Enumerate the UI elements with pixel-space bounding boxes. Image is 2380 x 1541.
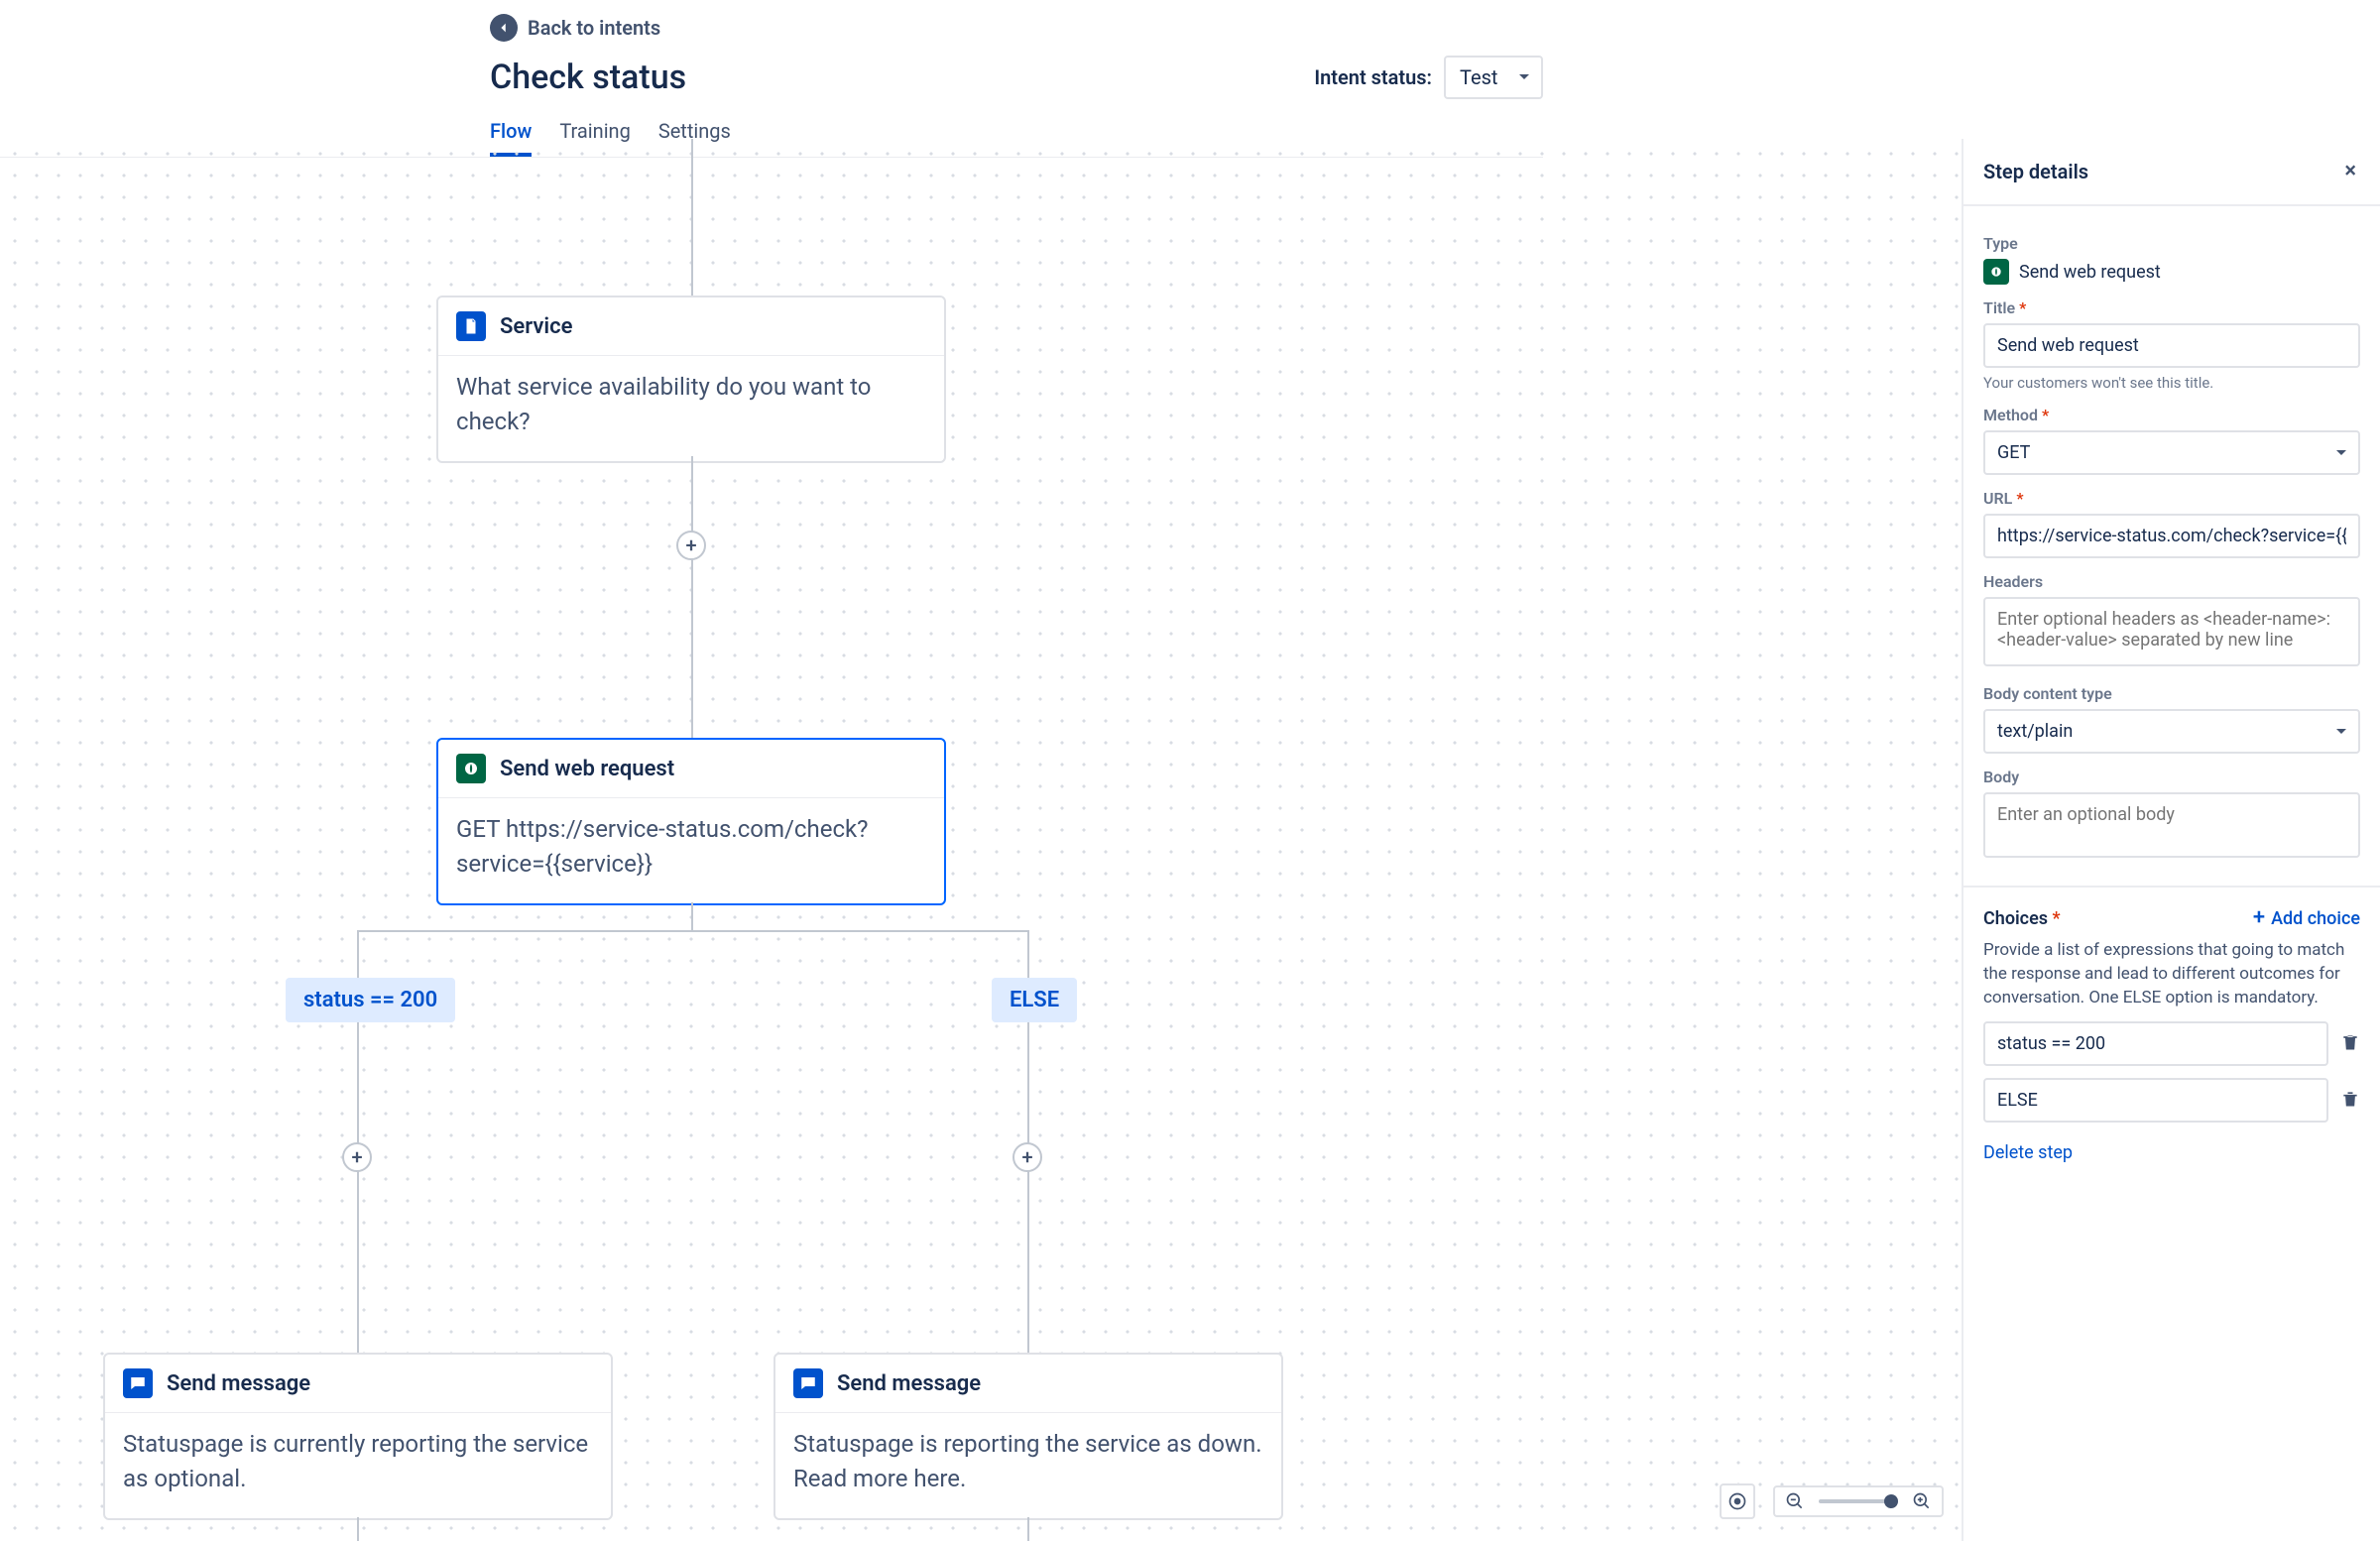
add-step-button[interactable]: +	[342, 1142, 372, 1172]
trash-icon[interactable]	[2340, 1032, 2360, 1056]
step-details-panel: Step details × Type Send web request Tit…	[1962, 139, 2380, 1541]
document-icon	[456, 311, 486, 341]
body-input[interactable]	[1983, 792, 2360, 858]
node-body: GET https://service-status.com/check?ser…	[438, 798, 944, 903]
web-request-icon	[1983, 259, 2009, 285]
back-to-intents-link[interactable]: Back to intents	[490, 14, 660, 42]
title-hint: Your customers won't see this title.	[1983, 374, 2360, 392]
zoom-in-button[interactable]	[1912, 1491, 1932, 1511]
zoom-slider[interactable]	[1819, 1499, 1898, 1503]
type-value: Send web request	[2019, 262, 2161, 283]
node-service[interactable]: Service What service availability do you…	[436, 296, 946, 463]
intent-status-select[interactable]: Test	[1444, 56, 1543, 99]
type-label: Type	[1983, 234, 2360, 253]
url-input[interactable]	[1983, 514, 2360, 558]
body-type-select[interactable]: text/plain	[1983, 709, 2360, 754]
choice-input[interactable]	[1983, 1078, 2328, 1123]
add-choice-button[interactable]: +Add choice	[2253, 907, 2360, 929]
node-send-message-left[interactable]: Send message Statuspage is currently rep…	[103, 1353, 613, 1520]
page-title: Check status	[490, 58, 686, 97]
node-title: Send message	[837, 1371, 981, 1396]
node-title: Send message	[167, 1371, 310, 1396]
node-body: Statuspage is currently reporting the se…	[105, 1413, 611, 1518]
message-icon	[793, 1368, 823, 1398]
panel-title: Step details	[1983, 160, 2088, 183]
web-request-icon	[456, 754, 486, 783]
arrow-left-icon	[490, 14, 518, 42]
intent-status-label: Intent status:	[1314, 65, 1432, 89]
headers-label: Headers	[1983, 572, 2360, 591]
node-send-message-right[interactable]: Send message Statuspage is reporting the…	[774, 1353, 1283, 1520]
choices-label: Choices *	[1983, 908, 2061, 929]
node-title: Service	[500, 314, 572, 339]
choices-description: Provide a list of expressions that going…	[1983, 939, 2360, 1009]
body-label: Body	[1983, 768, 2360, 786]
title-input[interactable]	[1983, 323, 2360, 368]
choice-input[interactable]	[1983, 1021, 2328, 1066]
close-icon[interactable]: ×	[2340, 157, 2360, 186]
zoom-out-button[interactable]	[1785, 1491, 1805, 1511]
method-select[interactable]: GET	[1983, 430, 2360, 475]
node-send-web-request[interactable]: Send web request GET https://service-sta…	[436, 738, 946, 905]
headers-input[interactable]	[1983, 597, 2360, 666]
node-body: What service availability do you want to…	[438, 356, 944, 461]
node-body: Statuspage is reporting the service as d…	[775, 1413, 1281, 1518]
title-label: Title *	[1983, 298, 2360, 317]
back-label: Back to intents	[528, 16, 660, 40]
branch-label-status-200[interactable]: status == 200	[286, 978, 455, 1022]
method-label: Method *	[1983, 406, 2360, 424]
body-type-label: Body content type	[1983, 684, 2360, 703]
trash-icon[interactable]	[2340, 1089, 2360, 1113]
add-step-button[interactable]: +	[676, 531, 706, 560]
url-label: URL *	[1983, 489, 2360, 508]
branch-label-else[interactable]: ELSE	[992, 978, 1077, 1022]
add-step-button[interactable]: +	[1012, 1142, 1042, 1172]
message-icon	[123, 1368, 153, 1398]
node-title: Send web request	[500, 757, 674, 781]
locate-button[interactable]	[1720, 1483, 1755, 1519]
delete-step-link[interactable]: Delete step	[1983, 1142, 2073, 1163]
